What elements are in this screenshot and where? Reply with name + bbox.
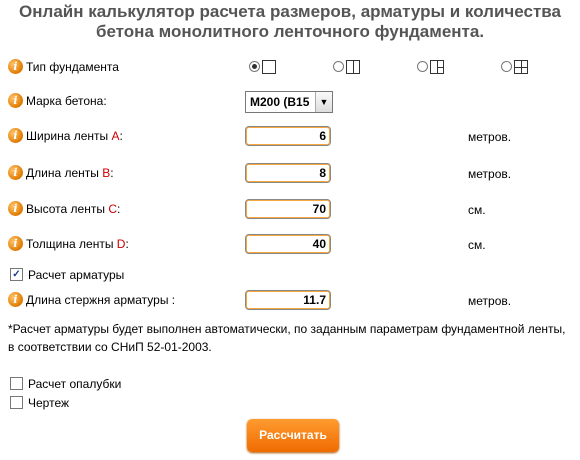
width-label: Ширина ленты A: [26, 129, 123, 143]
length-row: i Длина ленты B: 8 метров. [8, 163, 572, 185]
height-label: Высота ленты C: [26, 202, 121, 216]
info-icon[interactable]: i [8, 292, 23, 307]
foundation-type-row: i Тип фундамента [8, 57, 572, 79]
rebar-length-row: i Длина стержня арматуры : 11.7 метров. [8, 290, 572, 312]
rebar-checkbox[interactable]: ✓ [10, 268, 23, 281]
rebar-note-line-2: в соответствии со СНиП 52-01-2003. [8, 340, 212, 354]
rebar-check-label: Расчет арматуры [28, 268, 125, 282]
height-row: i Высота ленты C: 70 см. [8, 199, 572, 221]
rebar-length-label: Длина стержня арматуры : [26, 293, 176, 307]
info-icon[interactable]: i [8, 165, 23, 180]
thickness-unit: см. [468, 238, 486, 252]
radio-icon[interactable] [417, 61, 428, 73]
width-unit: метров. [468, 130, 512, 144]
foundation-option-4[interactable] [501, 59, 528, 74]
rebar-note-line-1: *Расчет арматуры будет выполнен автомати… [8, 322, 566, 336]
formwork-checkbox[interactable] [10, 377, 23, 390]
foundation-type-1-icon [262, 59, 276, 74]
formwork-check-label: Расчет опалубки [28, 377, 122, 391]
length-unit: метров. [468, 167, 512, 181]
length-input[interactable]: 8 [245, 163, 331, 183]
rebar-check-row: ✓ Расчет арматуры [8, 265, 572, 287]
drawing-checkbox[interactable] [10, 396, 23, 409]
chevron-down-icon[interactable]: ▼ [315, 92, 332, 112]
length-label: Длина ленты B: [26, 166, 114, 180]
concrete-grade-label: Марка бетона: [26, 94, 107, 108]
concrete-grade-value: М200 (В15 [250, 95, 310, 109]
foundation-option-2[interactable] [333, 59, 360, 74]
width-input[interactable]: 6 [245, 126, 331, 146]
radio-selected-icon[interactable] [249, 61, 260, 73]
concrete-grade-select[interactable]: М200 (В15 ▼ [245, 91, 333, 113]
radio-icon[interactable] [333, 61, 344, 73]
info-icon[interactable]: i [8, 128, 23, 143]
page-title: Онлайн калькулятор расчета размеров, арм… [0, 2, 580, 42]
radio-icon[interactable] [501, 61, 512, 73]
concrete-grade-row: i Марка бетона: М200 (В15 ▼ [8, 91, 572, 113]
title-line-2: бетона монолитного ленточного фундамента… [95, 22, 485, 41]
rebar-length-unit: метров. [468, 294, 512, 308]
rebar-length-input[interactable]: 11.7 [245, 290, 331, 310]
width-row: i Ширина ленты A: 6 метров. [8, 126, 572, 148]
height-unit: см. [468, 203, 486, 217]
foundation-type-label: Тип фундамента [26, 60, 119, 74]
foundation-type-2-icon [346, 59, 360, 74]
foundation-type-4-icon [514, 59, 528, 74]
thickness-row: i Толщина ленты D: 40 см. [8, 234, 572, 256]
title-line-1: Онлайн калькулятор расчета размеров, арм… [19, 2, 561, 21]
drawing-check-row: Чертеж [8, 393, 572, 415]
thickness-label: Толщина ленты D: [26, 237, 129, 251]
thickness-input[interactable]: 40 [245, 234, 331, 254]
foundation-option-1[interactable] [249, 59, 276, 74]
foundation-type-3-icon [430, 59, 444, 74]
calculate-button[interactable]: Рассчитать [247, 419, 339, 452]
rebar-note: *Расчет арматуры будет выполнен автомати… [8, 320, 574, 356]
height-input[interactable]: 70 [245, 199, 331, 219]
info-icon[interactable]: i [8, 59, 23, 74]
info-icon[interactable]: i [8, 93, 23, 108]
info-icon[interactable]: i [8, 201, 23, 216]
foundation-option-3[interactable] [417, 59, 444, 74]
info-icon[interactable]: i [8, 236, 23, 251]
drawing-check-label: Чертеж [28, 396, 70, 410]
